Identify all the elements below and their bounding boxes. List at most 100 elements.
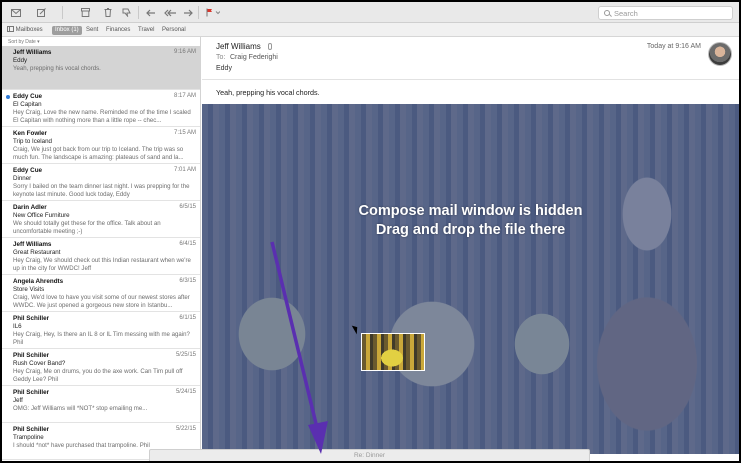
message-subject: IL6 — [13, 323, 22, 330]
message-preview: Craig, We just got back from our trip to… — [13, 146, 184, 161]
mailboxes-button[interactable]: Mailboxes — [7, 26, 43, 35]
attachment-icon — [268, 43, 272, 50]
message-subject: Eddy — [216, 65, 232, 72]
sender-avatar — [708, 42, 732, 66]
message-body: Yeah, prepping his vocal chords. — [216, 88, 320, 97]
message-sender: Angela Ahrendts — [13, 278, 64, 285]
message-row[interactable]: Eddy Cue 8:17 AM El Capitan Hey Craig, Love… — [2, 90, 200, 127]
mailboxes-label: Mailboxes — [15, 27, 43, 33]
compose-button[interactable] — [34, 5, 48, 20]
message-row[interactable]: Jeff Williams 9:16 AM Eddy Yeah, prepping h… — [2, 46, 200, 90]
message-subject: Jeff — [13, 397, 23, 404]
message-date: 9:16 AM — [173, 49, 196, 55]
message-row[interactable]: Ken Fowler 7:15 AM Trip to Iceland Craig, W… — [2, 127, 200, 164]
message-preview: Hey Craig, Me on drums, you do the axe w… — [13, 368, 183, 383]
message-sender: Phil Schiller — [13, 389, 50, 396]
mail-window: Search Mailboxes Inbox (1) Sent Finances… — [2, 2, 739, 461]
message-sender: Jeff Williams — [13, 49, 52, 56]
message-subject: Trampoline — [13, 434, 44, 441]
message-preview: Yeah, prepping his vocal chords. — [13, 65, 101, 72]
search-placeholder: Search — [614, 8, 638, 18]
sidebar-icon — [7, 26, 14, 32]
favorites-bar: Mailboxes Inbox (1) Sent Finances Travel… — [2, 23, 739, 37]
message-date: 7:01 AM — [173, 167, 196, 173]
message-preview: We should totally get these for the offi… — [13, 220, 161, 235]
message-row[interactable]: Phil Schiller 5/24/15 Jeff OMG: Jeff Willia… — [2, 386, 200, 423]
favorite-sent[interactable]: Sent — [86, 26, 98, 35]
reply-all-button[interactable] — [162, 5, 178, 20]
message-row[interactable]: Angela Ahrendts 6/3/15 Store Visits Craig, … — [2, 275, 200, 312]
message-subject: New Office Furniture — [13, 212, 70, 219]
message-date: 6/4/15 — [179, 241, 196, 247]
message-sender: Jeff Williams — [13, 241, 52, 248]
message-date: Today at 9:16 AM — [646, 43, 701, 50]
toolbar-separator — [138, 6, 139, 19]
forward-button[interactable] — [182, 5, 194, 20]
overlay-tint — [202, 104, 739, 454]
message-sender: Phil Schiller — [13, 426, 50, 433]
message-viewer: Jeff Williams To: Craig Federighi Eddy T… — [202, 37, 739, 461]
message-sender: Phil Schiller — [13, 352, 50, 359]
unread-dot-icon — [6, 95, 10, 99]
reply-button[interactable] — [145, 5, 157, 20]
message-date: 6/1/15 — [179, 315, 196, 321]
junk-button[interactable] — [120, 5, 132, 20]
message-row[interactable]: Darin Adler 6/5/15 New Office Furniture We … — [2, 201, 200, 238]
flag-icon — [206, 8, 220, 17]
flag-button[interactable] — [204, 5, 222, 20]
sender-name: Jeff Williams — [216, 42, 261, 51]
attached-photo: Compose mail window is hidden Drag and d… — [202, 104, 739, 454]
favorite-finances[interactable]: Finances — [106, 26, 130, 35]
message-row[interactable]: Eddy Cue 7:01 AM Dinner Sorry I bailed on t… — [2, 164, 200, 201]
message-subject: Trip to Iceland — [13, 138, 52, 145]
dragged-image-thumbnail[interactable] — [361, 333, 425, 371]
message-list[interactable]: Sort by Date ▾ Jeff Williams 9:16 AM Eddy Y… — [2, 37, 201, 461]
message-preview: Craig, We'd love to have you visit some … — [13, 294, 190, 309]
message-sender: Ken Fowler — [13, 130, 47, 137]
favorite-travel[interactable]: Travel — [138, 26, 154, 35]
archive-button[interactable] — [79, 5, 91, 20]
message-date: 5/24/15 — [175, 389, 196, 395]
toolbar: Search — [2, 2, 739, 23]
overlay-caption-line2: Drag and drop the file there — [375, 222, 566, 238]
message-subject: Rush Cover Band? — [13, 360, 66, 367]
sort-by-menu[interactable]: Sort by Date ▾ — [8, 39, 40, 45]
message-sender: Darin Adler — [13, 204, 47, 211]
message-sender: Eddy Cue — [13, 93, 43, 100]
compose-window-minimized[interactable]: Re: Dinner — [149, 449, 590, 461]
reply-all-icon — [163, 9, 176, 16]
message-date: 5/22/15 — [175, 426, 196, 432]
message-date: 6/5/15 — [179, 204, 196, 210]
thumbs-down-icon — [122, 8, 131, 17]
favorite-inbox[interactable]: Inbox (1) — [52, 26, 82, 35]
message-subject: Dinner — [13, 175, 32, 182]
message-row[interactable]: Phil Schiller 6/1/15 IL6 Hey Craig, Hey, Is… — [2, 312, 200, 349]
message-date: 5/25/15 — [175, 352, 196, 358]
message-subject: Great Restaurant — [13, 249, 61, 256]
get-mail-button[interactable] — [8, 5, 24, 20]
trash-button[interactable] — [102, 5, 114, 20]
recipient-name: Craig Federighi — [230, 54, 278, 61]
forward-icon — [184, 9, 193, 16]
message-sender: Eddy Cue — [13, 167, 43, 174]
message-preview: OMG: Jeff Williams will *NOT* stop email… — [13, 405, 148, 412]
search-field[interactable]: Search — [598, 6, 733, 20]
message-row[interactable]: Jeff Williams 6/4/15 Great Restaurant Hey C… — [2, 238, 200, 275]
message-subject: Eddy — [13, 57, 28, 64]
message-subject: Store Visits — [13, 286, 45, 293]
header-divider — [202, 79, 739, 80]
to-label: To: — [216, 54, 226, 61]
favorite-personal[interactable]: Personal — [162, 26, 186, 35]
message-preview: Hey Craig, We should check out this Indi… — [13, 257, 191, 272]
toolbar-separator — [198, 6, 199, 19]
message-preview: Sorry I bailed on the team dinner last n… — [13, 183, 190, 198]
search-icon — [604, 10, 610, 16]
message-row[interactable]: Phil Schiller 5/25/15 Rush Cover Band? Hey … — [2, 349, 200, 386]
message-preview: Hey Craig, Love the new name. Reminded m… — [13, 109, 191, 124]
message-date: 8:17 AM — [173, 93, 196, 99]
message-sender: Phil Schiller — [13, 315, 50, 322]
message-date: 7:15 AM — [173, 130, 196, 136]
message-date: 6/3/15 — [179, 278, 196, 284]
compose-icon — [36, 8, 46, 17]
message-subject: El Capitan — [13, 101, 42, 108]
